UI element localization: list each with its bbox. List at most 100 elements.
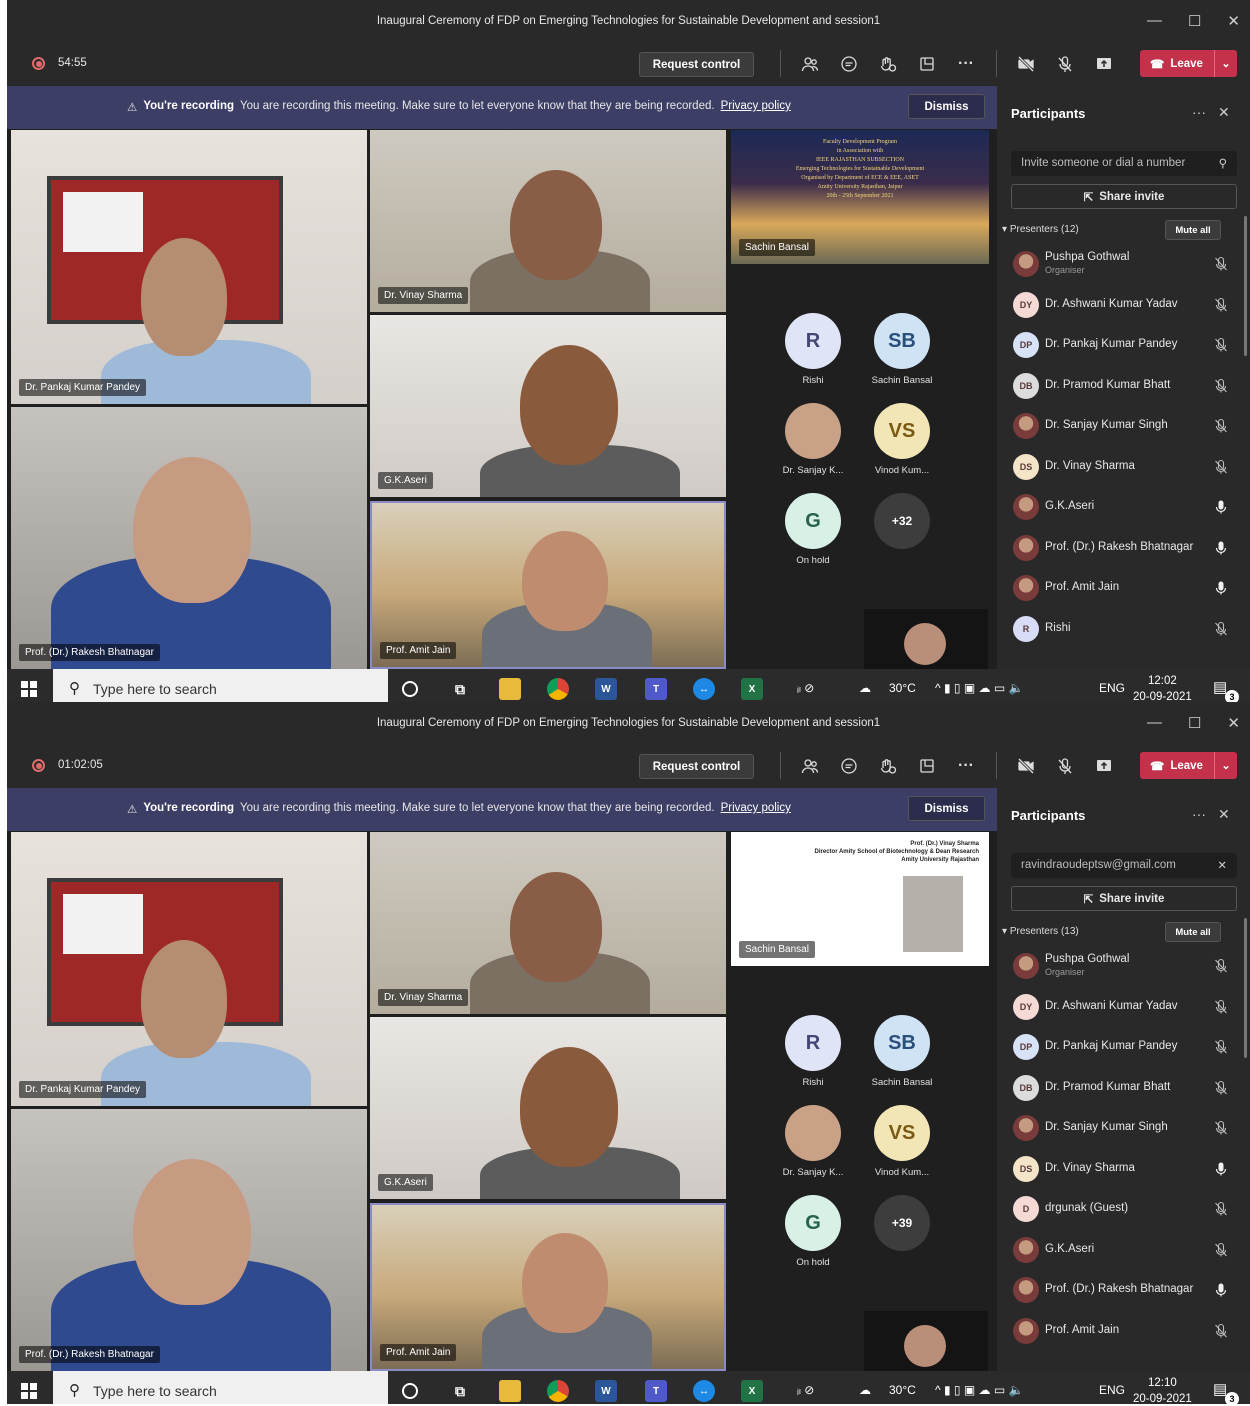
participant-list-item[interactable]: G.K.Aseri [1011,1234,1241,1266]
windows-start-icon[interactable] [21,1383,37,1399]
camera-off-icon[interactable] [1015,755,1037,777]
language-indicator[interactable]: ENG [1099,681,1125,695]
participant-list-item[interactable]: DP Dr. Pankaj Kumar Pandey [1011,329,1241,361]
clear-input-icon[interactable]: ✕ [1217,858,1227,872]
teams-icon[interactable]: T [645,678,667,700]
participant-avatar[interactable] [785,1105,841,1161]
mic-muted-icon[interactable] [1213,1120,1229,1136]
participant-avatar[interactable]: SB [874,313,930,369]
search-icon[interactable]: ⚲ [1219,156,1227,170]
shared-screen-tile[interactable]: Prof. (Dr.) Vinay Sharma Director Amity S… [731,832,989,966]
camera-off-icon[interactable] [1015,53,1037,75]
mic-muted-icon[interactable] [1213,621,1229,637]
mic-on-icon[interactable] [1213,1282,1229,1298]
more-participants-button[interactable]: +39 [874,1195,930,1251]
excel-icon[interactable]: X [741,1380,763,1402]
mic-muted-icon[interactable] [1213,1080,1229,1096]
maximize-icon[interactable]: ☐ [1188,714,1201,732]
dismiss-button[interactable]: Dismiss [908,796,985,821]
mic-muted-icon[interactable] [1213,1039,1229,1055]
windows-start-icon[interactable] [21,681,37,697]
share-invite-button[interactable]: ⇱ Share invite [1011,886,1237,911]
chrome-icon[interactable] [547,1380,569,1402]
mute-all-button[interactable]: Mute all [1165,922,1221,942]
participant-list-item[interactable]: Prof. (Dr.) Rakesh Bhatnagar [1011,532,1241,564]
clock[interactable]: 12:10 20-09-2021 [1133,1375,1192,1404]
participant-list-item[interactable]: Pushpa Gothwal Organiser [1011,950,1241,982]
network-icon[interactable]: ᵢₗ ⊘ [797,1383,814,1397]
mic-off-icon[interactable] [1054,53,1076,75]
clock[interactable]: 12:02 20-09-2021 [1133,673,1192,702]
share-screen-icon[interactable] [1093,755,1115,777]
participant-avatar[interactable] [785,403,841,459]
mic-muted-icon[interactable] [1213,999,1229,1015]
participant-avatar[interactable]: SB [874,1015,930,1071]
participant-list-item[interactable]: DS Dr. Vinay Sharma [1011,1153,1241,1185]
minimize-icon[interactable]: — [1147,714,1162,731]
weather-icon[interactable]: ☁ [859,681,871,695]
participant-list-item[interactable]: DY Dr. Ashwani Kumar Yadav [1011,991,1241,1023]
cortana-icon[interactable] [402,681,418,697]
participant-avatar[interactable]: G [785,493,841,549]
video-tile-3[interactable]: G.K.Aseri [370,1017,726,1199]
teams-icon[interactable]: T [645,1380,667,1402]
mic-muted-icon[interactable] [1213,1201,1229,1217]
mic-muted-icon[interactable] [1213,459,1229,475]
chevron-down-icon[interactable]: ⌄ [1214,50,1237,77]
video-tile-5[interactable]: Prof. Amit Jain [370,501,726,669]
participant-list-item[interactable]: DS Dr. Vinay Sharma [1011,451,1241,483]
weather-icon[interactable]: ☁ [859,1383,871,1397]
more-options-icon[interactable]: ··· [1192,104,1206,120]
invite-input[interactable]: ravindraoudeptsw@gmail.com ✕ [1011,853,1237,878]
rooms-icon[interactable] [916,755,938,777]
mic-on-icon[interactable] [1213,1161,1229,1177]
video-tile-1[interactable]: Dr. Pankaj Kumar Pandey [11,130,367,404]
participants-icon[interactable] [799,755,821,777]
mic-on-icon[interactable] [1213,540,1229,556]
close-icon[interactable]: ✕ [1227,12,1240,30]
maximize-icon[interactable]: ☐ [1188,12,1201,30]
mic-muted-icon[interactable] [1213,418,1229,434]
panel-scrollbar[interactable] [1244,918,1247,1058]
tray-icons[interactable]: ^ ▮ ▯ ▣ ☁ ▭ 🔈 [935,1383,1023,1397]
leave-button[interactable]: ☎ Leave ⌄ [1140,50,1237,77]
participant-avatar[interactable]: G [785,1195,841,1251]
chat-icon[interactable] [838,755,860,777]
mic-on-icon[interactable] [1213,499,1229,515]
share-screen-icon[interactable] [1093,53,1115,75]
file-explorer-icon[interactable] [499,678,521,700]
task-view-icon[interactable]: ⧉ [449,1380,471,1402]
task-view-icon[interactable]: ⧉ [449,678,471,700]
more-actions-icon[interactable]: ··· [955,53,977,75]
participant-list-item[interactable]: Pushpa Gothwal Organiser [1011,248,1241,280]
request-control-button[interactable]: Request control [639,754,754,779]
privacy-policy-link[interactable]: Privacy policy [721,802,791,816]
weather-temp[interactable]: 30°C [889,681,916,695]
file-explorer-icon[interactable] [499,1380,521,1402]
participant-list-item[interactable]: Dr. Sanjay Kumar Singh [1011,1112,1241,1144]
participant-list-item[interactable]: DP Dr. Pankaj Kumar Pandey [1011,1031,1241,1063]
shared-screen-tile[interactable]: Faculty Development Program in Associatio… [731,130,989,264]
dismiss-button[interactable]: Dismiss [908,94,985,119]
participant-list-item[interactable]: G.K.Aseri [1011,491,1241,523]
video-tile-1[interactable]: Dr. Pankaj Kumar Pandey [11,832,367,1106]
excel-icon[interactable]: X [741,678,763,700]
panel-scrollbar[interactable] [1244,216,1247,356]
word-icon[interactable]: W [595,678,617,700]
more-participants-button[interactable]: +32 [874,493,930,549]
participant-list-item[interactable]: Ddrgunak (Guest) [1011,1193,1241,1225]
presenters-header[interactable]: ▾ Presenters (13) [1002,926,1079,937]
participant-list-item[interactable]: Prof. Amit Jain [1011,572,1241,604]
mic-on-icon[interactable] [1213,580,1229,596]
chat-icon[interactable] [838,53,860,75]
word-icon[interactable]: W [595,1380,617,1402]
chevron-down-icon[interactable]: ⌄ [1214,752,1237,779]
request-control-button[interactable]: Request control [639,52,754,77]
teamviewer-icon[interactable]: ↔ [693,678,715,700]
video-tile-4[interactable]: Prof. (Dr.) Rakesh Bhatnagar [11,407,367,669]
participant-avatar[interactable]: R [785,1015,841,1071]
video-tile-2[interactable]: Dr. Vinay Sharma [370,832,726,1014]
participant-avatar[interactable]: R [785,313,841,369]
mic-muted-icon[interactable] [1213,337,1229,353]
network-icon[interactable]: ᵢₗ ⊘ [797,681,814,695]
